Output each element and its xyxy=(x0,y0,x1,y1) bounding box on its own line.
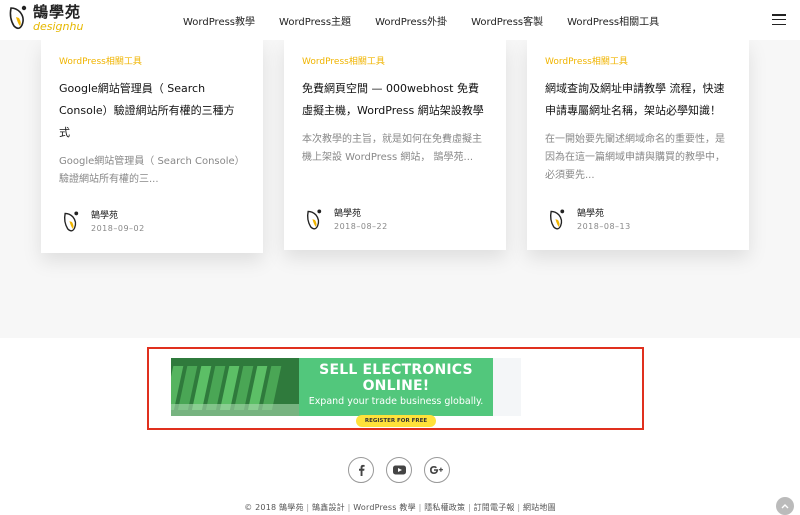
menu-icon[interactable] xyxy=(772,14,786,25)
post-date: 2018–08–13 xyxy=(577,221,631,231)
google-plus-icon xyxy=(430,466,443,474)
logo-subtitle: designhu xyxy=(33,19,84,33)
post-card[interactable]: WordPress相關工具 Google網站管理員（ Search Consol… xyxy=(41,40,263,253)
ad-text-panel: SELL ELECTRONICS ONLINE! Expand your tra… xyxy=(299,358,493,427)
post-title[interactable]: 免費網頁空間 — 000webhost 免費虛擬主機，WordPress 網站架… xyxy=(302,78,488,122)
facebook-icon xyxy=(359,464,365,476)
facebook-button[interactable] xyxy=(348,457,374,483)
post-category[interactable]: WordPress相關工具 xyxy=(59,54,245,67)
footer-link[interactable]: 訂閱電子報 xyxy=(474,503,515,512)
post-excerpt: 本次教學的主旨，就是如何在免費虛擬主機上架設 WordPress 網站， 鵠學苑… xyxy=(302,134,482,163)
footer-link[interactable]: 鵠鑫設計 xyxy=(312,503,345,512)
footer-link[interactable]: 隱私權政策 xyxy=(424,503,465,512)
post-date: 2018–08–22 xyxy=(334,221,388,231)
post-author: 鵠學苑 2018–09–02 xyxy=(61,210,145,234)
ad-highlight-frame: SELL ELECTRONICS ONLINE! Expand your tra… xyxy=(147,347,644,430)
social-links xyxy=(348,457,450,483)
ad-circuit-board-image xyxy=(171,358,299,416)
post-date: 2018–09–02 xyxy=(91,223,145,233)
post-excerpt: 在一開始要先闡述網域命名的重要性，是因為在這一篇網域申請與購買的教學中，必須要先… xyxy=(545,134,725,181)
nav-wordpress-tutorial[interactable]: WordPress教學 xyxy=(183,13,255,28)
author-avatar-icon xyxy=(549,209,565,230)
chevron-up-icon xyxy=(781,504,789,509)
youtube-button[interactable] xyxy=(386,457,412,483)
author-avatar-icon xyxy=(306,209,322,230)
footer-link[interactable]: 網站地圖 xyxy=(523,503,556,512)
ad-banner[interactable]: SELL ELECTRONICS ONLINE! Expand your tra… xyxy=(171,358,521,427)
logo-title: 鵠學苑 xyxy=(33,2,82,21)
post-title[interactable]: Google網站管理員（ Search Console）驗證網站所有權的三種方式 xyxy=(59,78,245,144)
post-author: 鵠學苑 2018–08–13 xyxy=(547,208,631,232)
youtube-icon xyxy=(392,465,406,475)
post-title[interactable]: 網域查詢及網址申請教學 流程，快速申請專屬網址名稱，架站必學知識！ xyxy=(545,78,731,122)
author-avatar-icon xyxy=(63,211,79,232)
post-category[interactable]: WordPress相關工具 xyxy=(545,54,731,67)
ad-edge xyxy=(493,358,521,416)
nav-wordpress-tools[interactable]: WordPress相關工具 xyxy=(567,13,659,28)
footer-copyright: © 2018 鵠學苑 xyxy=(244,503,304,512)
nav-wordpress-custom[interactable]: WordPress客製 xyxy=(471,13,543,28)
main-nav: WordPress教學 WordPress主題 WordPress外掛 Word… xyxy=(183,13,683,28)
footer-link[interactable]: WordPress 教學 xyxy=(353,503,416,512)
author-name: 鵠學苑 xyxy=(577,208,605,219)
post-author: 鵠學苑 2018–08–22 xyxy=(304,208,388,232)
ad-register-button[interactable]: REGISTER FOR FREE xyxy=(355,415,437,427)
ad-subline: Expand your trade business globally. xyxy=(308,396,484,407)
post-card[interactable]: WordPress相關工具 免費網頁空間 — 000webhost 免費虛擬主機… xyxy=(284,40,506,250)
author-name: 鵠學苑 xyxy=(334,208,362,219)
site-header: 鵠學苑 designhu WordPress教學 WordPress主題 Wor… xyxy=(0,0,800,40)
post-card[interactable]: WordPress相關工具 網域查詢及網址申請教學 流程，快速申請專屬網址名稱，… xyxy=(527,40,749,250)
back-to-top-button[interactable] xyxy=(776,497,794,515)
ad-headline: SELL ELECTRONICS ONLINE! xyxy=(319,362,473,394)
logo-mark-icon xyxy=(9,5,27,30)
nav-wordpress-plugins[interactable]: WordPress外掛 xyxy=(375,13,447,28)
post-category[interactable]: WordPress相關工具 xyxy=(302,54,488,67)
nav-wordpress-themes[interactable]: WordPress主題 xyxy=(279,13,351,28)
post-excerpt: Google網站管理員（ Search Console）驗證網站所有權的三... xyxy=(59,156,245,185)
author-name: 鵠學苑 xyxy=(91,210,119,221)
site-footer: © 2018 鵠學苑 | 鵠鑫設計 | WordPress 教學 | 隱私權政策… xyxy=(244,503,556,512)
google-plus-button[interactable] xyxy=(424,457,450,483)
site-logo[interactable]: 鵠學苑 designhu xyxy=(8,4,83,32)
